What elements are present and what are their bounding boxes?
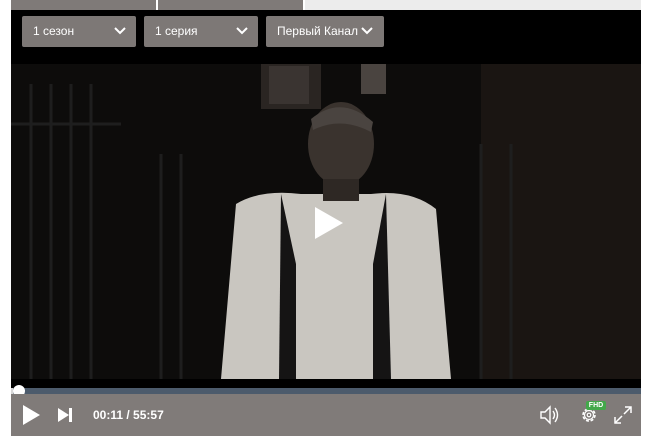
- episode-select-label: 1 серия: [155, 24, 198, 38]
- fullscreen-icon[interactable]: [613, 405, 633, 425]
- top-tab[interactable]: [305, 0, 641, 10]
- time-display: 00:11 / 55:57: [93, 407, 164, 423]
- quality-badge: FHD: [586, 401, 606, 410]
- duration: 55:57: [133, 408, 164, 422]
- episode-select[interactable]: 1 серия: [144, 16, 258, 47]
- top-tab[interactable]: [158, 0, 303, 10]
- control-bar: 00:11 / 55:57 FHD: [11, 394, 641, 436]
- channel-select-label: Первый Канал: [277, 24, 358, 38]
- chevron-down-icon: [236, 27, 248, 35]
- play-icon[interactable]: [21, 404, 41, 426]
- chevron-down-icon: [361, 27, 373, 35]
- video-frame[interactable]: [11, 64, 641, 379]
- chevron-down-icon: [114, 27, 126, 35]
- volume-icon[interactable]: [539, 404, 561, 426]
- top-tab[interactable]: [11, 0, 156, 10]
- season-select[interactable]: 1 сезон: [22, 16, 136, 47]
- channel-select[interactable]: Первый Канал: [266, 16, 384, 47]
- top-tabs: [11, 0, 641, 10]
- video-player: 1 сезон 1 серия Первый Канал 00:11 / 55:…: [11, 10, 641, 436]
- current-time: 00:11: [93, 408, 124, 422]
- season-select-label: 1 сезон: [33, 24, 75, 38]
- play-icon[interactable]: [311, 206, 345, 240]
- next-icon[interactable]: [57, 407, 73, 423]
